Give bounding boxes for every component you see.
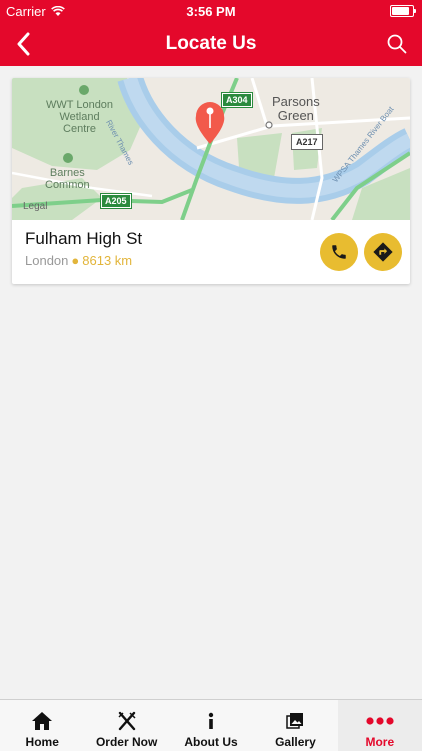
map-label-line: WWT London bbox=[46, 99, 114, 111]
tab-order-now[interactable]: Order Now bbox=[84, 700, 168, 751]
clock: 3:56 PM bbox=[186, 4, 236, 19]
tab-bar: Home Order Now About Us Gallery More bbox=[0, 699, 422, 751]
tab-about-us[interactable]: About Us bbox=[169, 700, 253, 751]
info-icon bbox=[208, 712, 214, 729]
directions-icon bbox=[373, 242, 393, 262]
tab-label: Gallery bbox=[275, 735, 316, 749]
tab-home[interactable]: Home bbox=[0, 700, 84, 751]
directions-button[interactable] bbox=[364, 233, 402, 271]
more-icon bbox=[366, 717, 394, 725]
tab-label: About Us bbox=[184, 735, 238, 749]
phone-icon bbox=[332, 245, 346, 259]
tab-label: Home bbox=[25, 735, 59, 749]
map-label-wwt: WWT London Wetland Centre bbox=[46, 99, 113, 135]
gallery-icon bbox=[286, 713, 304, 729]
home-icon bbox=[32, 712, 53, 730]
search-button[interactable] bbox=[384, 30, 410, 58]
utensils-icon bbox=[118, 711, 136, 731]
map-label-line: Barnes bbox=[49, 167, 85, 179]
meta-separator: ● bbox=[71, 253, 80, 268]
page-title: Locate Us bbox=[165, 33, 257, 54]
store-distance: 8613 km bbox=[82, 253, 133, 268]
map-label-line: Wetland bbox=[59, 111, 100, 123]
map-label-line: Green bbox=[277, 108, 314, 123]
road-badge-a205: A205 bbox=[100, 193, 132, 209]
store-meta: London ● 8613 km bbox=[25, 253, 132, 268]
tab-gallery[interactable]: Gallery bbox=[253, 700, 337, 751]
map-legal-link[interactable]: Legal bbox=[23, 201, 47, 212]
tab-label: Order Now bbox=[95, 735, 158, 749]
tab-label: More bbox=[365, 735, 395, 749]
store-city: London bbox=[25, 253, 69, 268]
map-label-barnes: Barnes Common bbox=[45, 167, 90, 191]
road-badge-a217: A217 bbox=[291, 134, 323, 150]
map-label-line: Common bbox=[45, 179, 90, 191]
battery-icon bbox=[390, 5, 416, 17]
status-bar: Carrier 3:56 PM bbox=[0, 0, 422, 22]
tab-more[interactable]: More bbox=[337, 700, 422, 751]
search-icon bbox=[387, 34, 407, 54]
call-button[interactable] bbox=[320, 233, 358, 271]
map-label-line: Parsons bbox=[272, 94, 320, 109]
store-map[interactable]: WWT London Wetland Centre Barnes Common … bbox=[12, 78, 410, 220]
store-card[interactable]: WWT London Wetland Centre Barnes Common … bbox=[12, 78, 410, 284]
nav-bar: Locate Us bbox=[0, 22, 422, 66]
store-info: Fulham High St London ● 8613 km bbox=[12, 220, 410, 284]
store-name: Fulham High St bbox=[25, 229, 143, 248]
map-label-parsons-green: Parsons Green bbox=[272, 95, 320, 123]
road-badge-a304: A304 bbox=[221, 92, 253, 108]
